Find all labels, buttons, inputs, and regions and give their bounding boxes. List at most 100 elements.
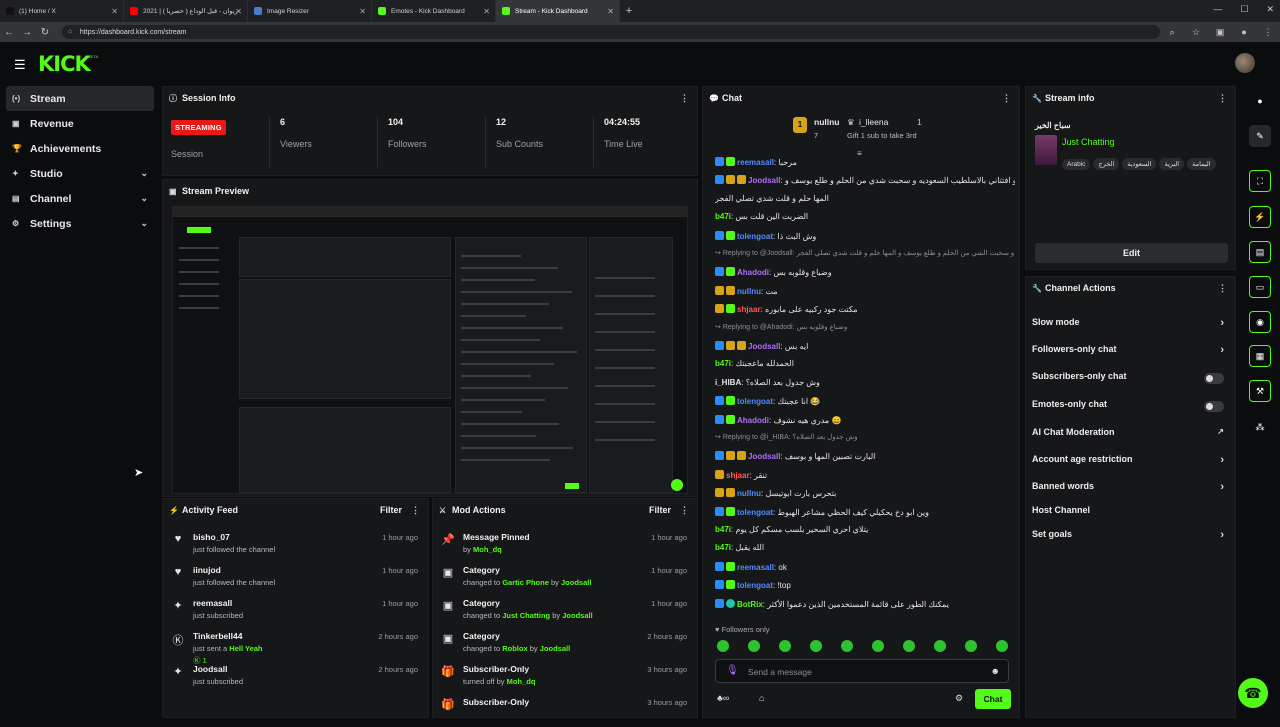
emote-button[interactable] xyxy=(748,640,760,652)
second-gifter-name[interactable]: i_lleena xyxy=(859,117,888,127)
chat-username[interactable]: Joodsall xyxy=(748,452,780,461)
close-tab-icon[interactable]: ✕ xyxy=(607,7,614,16)
extensions-icon[interactable]: ▣ xyxy=(1208,27,1232,38)
channel-action-set-goals[interactable]: Set goals › xyxy=(1032,529,1228,549)
chat-username[interactable]: b47i xyxy=(715,543,731,552)
emote-button[interactable] xyxy=(810,640,822,652)
hamburger-menu-icon[interactable]: ☰ xyxy=(14,57,26,73)
mod-menu-icon[interactable]: ⋮ xyxy=(680,505,689,516)
chat-username[interactable]: tolengoat xyxy=(737,232,773,241)
activity-filter-button[interactable]: Filter xyxy=(380,505,402,515)
toggle-switch[interactable] xyxy=(1204,373,1224,384)
gift-sub-hint[interactable]: Gift 1 sub to take 3rd xyxy=(847,131,917,140)
chat-username[interactable]: b47i xyxy=(715,359,731,368)
sidebar-item-stream[interactable]: (•) Stream xyxy=(6,86,154,111)
mod-filter-button[interactable]: Filter xyxy=(649,505,671,515)
sidebar-item-studio[interactable]: ✦ Studio ⌄ xyxy=(6,161,154,186)
more-tools-icon[interactable]: ⁂ xyxy=(1249,416,1271,438)
chat-username[interactable]: Joodsall xyxy=(748,342,780,351)
stream-tag[interactable]: السعودية xyxy=(1122,158,1157,170)
edit-stream-button[interactable]: Edit xyxy=(1035,243,1228,263)
chat-username[interactable]: b47i xyxy=(715,525,731,534)
chat-username[interactable]: tolengoat xyxy=(737,581,773,590)
chat-settings-icon[interactable]: ⚙ xyxy=(955,693,963,704)
channel-action-host-channel[interactable]: Host Channel xyxy=(1032,505,1228,525)
chat-menu-icon[interactable]: ⋮ xyxy=(1002,93,1011,104)
maximize-icon[interactable]: ☐ xyxy=(1240,4,1248,15)
emote-button[interactable] xyxy=(934,640,946,652)
kick-logo[interactable]: KICK xyxy=(38,52,91,76)
pencil-icon[interactable]: ✎ xyxy=(1249,125,1271,147)
stream-preview-video[interactable] xyxy=(172,206,688,494)
points-icon[interactable]: ♣∞ xyxy=(717,693,729,703)
close-tab-icon[interactable]: ✕ xyxy=(359,7,366,16)
channel-action-subscribers-only-chat[interactable]: Subscribers-only chat xyxy=(1032,371,1228,391)
back-icon[interactable]: ← xyxy=(0,27,18,38)
sidebar-item-channel[interactable]: ▤ Channel ⌄ xyxy=(6,186,154,211)
mod-action-target[interactable]: Gartic Phone xyxy=(502,578,549,587)
chevron-down-icon[interactable]: ⌄ xyxy=(140,168,148,179)
new-tab-icon[interactable]: + xyxy=(620,5,638,17)
channel-action-banned-words[interactable]: Banned words › xyxy=(1032,481,1228,501)
browser-tab[interactable]: Stream - Kick Dashboard ✕ xyxy=(496,0,620,22)
channel-action-followers-only-chat[interactable]: Followers-only chat › xyxy=(1032,344,1228,364)
sidebar-item-achievements[interactable]: 🏆 Achievements xyxy=(6,136,154,161)
store-icon[interactable]: ⌂ xyxy=(759,693,764,703)
layout-icon[interactable]: ▦ xyxy=(1249,345,1271,367)
activity-user[interactable]: Tinkerbell44 xyxy=(193,631,242,641)
close-tab-icon[interactable]: ✕ xyxy=(111,7,118,16)
chat-username[interactable]: tolengoat xyxy=(737,508,773,517)
emote-button[interactable] xyxy=(903,640,915,652)
close-tab-icon[interactable]: ✕ xyxy=(235,7,242,16)
broadcast-icon[interactable]: ◉ xyxy=(1249,311,1271,333)
chat-username[interactable]: reemasall xyxy=(737,563,774,572)
chat-send-button[interactable]: Chat xyxy=(975,689,1011,709)
emote-button[interactable] xyxy=(779,640,791,652)
chat-username[interactable]: tolengoat xyxy=(737,397,773,406)
tools-icon[interactable]: ⚒ xyxy=(1249,380,1271,402)
browser-tab[interactable]: Image Resizer ✕ xyxy=(248,0,372,22)
chevron-down-icon[interactable]: ⌄ xyxy=(140,218,148,229)
emote-button[interactable] xyxy=(996,640,1008,652)
emote-button[interactable] xyxy=(965,640,977,652)
browser-tab[interactable]: (1) Home / X ✕ xyxy=(0,0,124,22)
mod-action-target[interactable]: Roblox xyxy=(502,644,527,653)
chat-username[interactable]: nullnu xyxy=(737,489,761,498)
stream-tag[interactable]: البرية xyxy=(1159,158,1185,170)
reload-icon[interactable]: ↻ xyxy=(36,27,54,38)
emote-button[interactable] xyxy=(717,640,729,652)
sidebar-item-revenue[interactable]: ▣ Revenue xyxy=(6,111,154,136)
stream-tag[interactable]: اليمامة xyxy=(1187,158,1216,170)
browser-tab[interactable]: Emotes - Kick Dashboard ✕ xyxy=(372,0,496,22)
activity-user[interactable]: Joodsall xyxy=(193,664,227,674)
mod-action-target[interactable]: Moh_dq xyxy=(473,545,502,554)
browser-tab[interactable]: ريوان - قبل الوداع ( حصريا ) | 2021 ✕ xyxy=(124,0,248,22)
channel-action-slow-mode[interactable]: Slow mode › xyxy=(1032,317,1228,337)
toggle-switch[interactable] xyxy=(1204,401,1224,412)
mod-action-user[interactable]: Joodsall xyxy=(561,578,591,587)
session-menu-icon[interactable]: ⋮ xyxy=(680,93,689,104)
chat-username[interactable]: Ahadodi xyxy=(737,416,769,425)
stream-tag[interactable]: Arabic xyxy=(1062,159,1091,170)
chat-rail-icon[interactable]: ▭ xyxy=(1249,276,1271,298)
mod-action-target[interactable]: Just Chatting xyxy=(502,611,550,620)
chat-username[interactable]: BotRix xyxy=(737,600,763,609)
emote-button[interactable] xyxy=(872,640,884,652)
profile-icon[interactable]: ● xyxy=(1232,27,1256,37)
close-tab-icon[interactable]: ✕ xyxy=(483,7,490,16)
stream-tag[interactable]: الخرج xyxy=(1093,158,1120,170)
chat-username[interactable]: Joodsall xyxy=(748,176,780,185)
emoji-icon[interactable]: ☻ xyxy=(991,666,1000,676)
zoom-icon[interactable]: ⌕ xyxy=(1160,27,1184,38)
chat-username[interactable]: i_HIBA xyxy=(715,378,741,387)
bookmark-star-icon[interactable]: ☆ xyxy=(1184,27,1208,38)
site-info-icon[interactable]: ⌂ xyxy=(68,28,72,35)
info-circle-icon[interactable]: ● xyxy=(1249,90,1271,112)
activity-user[interactable]: bisho_07 xyxy=(193,532,230,542)
activity-user[interactable]: reemasall xyxy=(193,598,232,608)
mod-action-user[interactable]: Joodsall xyxy=(540,644,570,653)
channel-actions-menu-icon[interactable]: ⋮ xyxy=(1218,283,1227,294)
help-headset-icon[interactable]: ☎ xyxy=(1238,678,1268,708)
chat-username[interactable]: Ahadodi xyxy=(737,268,769,277)
minimize-icon[interactable]: — xyxy=(1213,4,1222,15)
